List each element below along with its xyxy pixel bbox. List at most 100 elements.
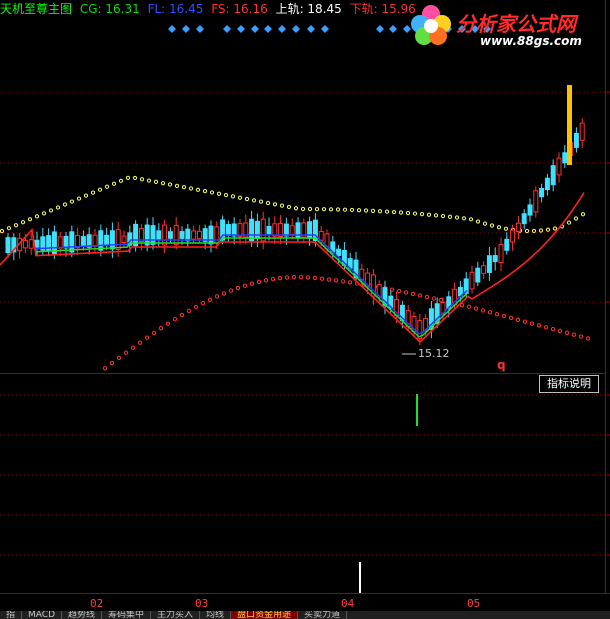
candle-body — [208, 225, 214, 245]
upper-band-dot — [461, 216, 467, 221]
diamond-marker — [168, 25, 176, 33]
upper-band-dot — [202, 189, 208, 194]
candle-body — [539, 187, 545, 198]
tab-1[interactable]: MACD — [22, 611, 62, 619]
upper-band-dot — [349, 207, 355, 213]
candle-body — [533, 190, 539, 213]
lower-band-dot — [102, 366, 108, 371]
upper-band-dot — [6, 226, 12, 231]
diamond-marker — [292, 25, 300, 33]
upper-band-value: 上轨: 18.45 — [275, 2, 342, 16]
upper-band-dot — [489, 223, 495, 228]
candle-body — [521, 213, 527, 225]
candle-body — [469, 271, 475, 290]
lower-band-dot — [130, 345, 136, 350]
upper-band-dot — [342, 207, 348, 212]
lower-band-dot — [270, 276, 276, 282]
lower-band-dot — [403, 290, 409, 295]
upper-band-dot — [426, 212, 432, 217]
indicator-chart[interactable] — [0, 374, 605, 593]
candle-body — [336, 248, 342, 257]
candle-body — [191, 230, 197, 240]
upper-band-dot — [139, 177, 145, 182]
lower-band-dot — [256, 279, 262, 285]
lower-band-dot — [417, 293, 423, 298]
price-chart[interactable] — [0, 0, 605, 373]
lower-band-dot — [109, 360, 115, 366]
upper-band-dot — [69, 199, 75, 204]
candle-body — [498, 243, 504, 264]
lower-band-dot — [515, 317, 521, 322]
upper-band-dot — [314, 207, 320, 212]
upper-band-dot — [328, 207, 334, 212]
indicator-help-button[interactable]: 指标说明 — [539, 375, 599, 393]
upper-band-dot — [265, 200, 271, 206]
lower-band-dot — [557, 328, 563, 334]
lower-band-dot — [179, 312, 185, 318]
candle-body — [22, 240, 28, 249]
tab-5[interactable]: 均线 — [200, 611, 232, 619]
candle-body — [98, 230, 104, 251]
upper-band-dot — [244, 196, 250, 202]
upper-band-dot — [286, 204, 292, 210]
upper-band-dot — [125, 175, 131, 180]
lower-band-dot — [298, 274, 304, 280]
upper-band-dot — [377, 209, 383, 214]
candle-body — [179, 231, 185, 239]
lower-band-dot — [123, 350, 129, 355]
candle-body — [34, 239, 40, 248]
lower-band-dot — [480, 308, 486, 313]
lower-band-dot — [305, 275, 311, 280]
lower-band-dot — [529, 321, 535, 326]
upper-band-dot — [356, 208, 362, 213]
tab-0[interactable]: 指 — [0, 611, 23, 619]
candle-body — [156, 230, 162, 240]
upper-band-dot — [146, 178, 152, 183]
tab-2[interactable]: 趋势线 — [62, 611, 103, 619]
candle-body — [515, 222, 521, 233]
candle-body — [266, 225, 272, 235]
candle-body — [185, 228, 191, 242]
diamond-marker — [237, 25, 245, 33]
tab-6[interactable]: 盘口资金用途 — [231, 611, 299, 619]
tab-4[interactable]: 主力买入 — [151, 611, 201, 619]
fs-line — [0, 192, 585, 344]
lower-band-dot — [396, 288, 402, 294]
lower-band-dot — [410, 291, 416, 297]
upper-band-dot — [251, 198, 257, 203]
date-axis: 02 03 04 05 — [0, 593, 610, 612]
date-label-04: 04 — [341, 597, 355, 610]
lower-band-dot — [487, 310, 493, 315]
upper-band-dot — [0, 229, 5, 234]
upper-band-dot — [20, 220, 26, 225]
tab-7[interactable]: 买卖力道 — [298, 611, 348, 619]
candle-body — [573, 132, 579, 148]
indicator-tab-bar: 指 MACD 趋势线 筹码集中 主力买入 均线 盘口资金用途 买卖力道 — [0, 611, 610, 619]
candle-body — [121, 235, 127, 243]
fl-value: FL: 16.45 — [147, 2, 204, 16]
price-axis — [605, 0, 610, 593]
candle-body — [283, 223, 289, 237]
cg-value: CG: 16.31 — [79, 2, 140, 16]
lower-band-dot — [158, 326, 164, 331]
tab-3[interactable]: 筹码集中 — [102, 611, 152, 619]
lower-band-value: 下轨: 15.96 — [349, 2, 416, 16]
upper-band-dot — [454, 215, 460, 220]
lower-band-dot — [291, 274, 297, 280]
lower-band-dot — [165, 321, 171, 326]
candle-body — [5, 237, 11, 254]
lower-band-dot — [186, 308, 192, 314]
candle-body — [556, 157, 562, 176]
diamond-marker — [376, 25, 384, 33]
upper-band-dot — [552, 226, 558, 231]
candle-body — [527, 204, 533, 216]
upper-band-dot — [258, 199, 264, 204]
lower-band-dot — [473, 306, 479, 311]
upper-band-dot — [545, 227, 551, 232]
lower-band-dot — [347, 280, 353, 285]
lower-band-dot — [284, 275, 290, 280]
upper-band-dot — [363, 208, 369, 213]
lower-band-dot — [578, 334, 584, 339]
upper-band-dot — [195, 187, 201, 192]
upper-band-dot — [335, 207, 341, 212]
